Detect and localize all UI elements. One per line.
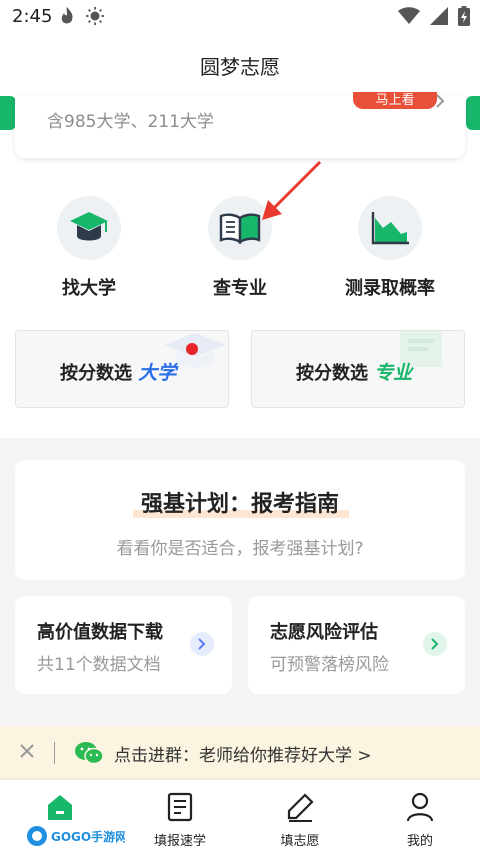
notification-dot (186, 343, 198, 355)
open-book-icon (219, 213, 261, 245)
qiangji-plan-card[interactable]: 强基计划：报考指南 看看你是否适合，报考强基计划? (15, 460, 465, 580)
mini-card-subtitle: 可预警落榜风险 (270, 655, 389, 675)
score-card-accent: 大学 (138, 362, 177, 384)
annotation-arrow-icon (262, 160, 322, 220)
signal-icon (430, 7, 448, 25)
view-now-button[interactable]: 马上看 (353, 92, 437, 109)
function-label: 查专业 (213, 278, 267, 299)
mini-card-title: 高价值数据下载 (37, 622, 163, 643)
app-header: 圆梦志愿 (0, 34, 480, 96)
qiangji-subtitle: 看看你是否适合，报考强基计划? (116, 539, 364, 559)
site-watermark-logo: GOGO手游网 (27, 826, 125, 846)
top-university-card[interactable]: 含985大学、211大学 马上看 (15, 92, 465, 158)
banner-edge-left (0, 96, 16, 130)
close-icon[interactable] (18, 742, 36, 760)
join-group-banner[interactable]: 点击进群：老师给你推荐好大学 > (0, 726, 480, 780)
brightness-icon (86, 7, 104, 25)
tab-label: 我的 (406, 834, 433, 849)
admission-probability-button[interactable]: 测录取概率 (320, 196, 460, 300)
document-icon (167, 792, 193, 822)
mini-card-subtitle: 共11个数据文档 (37, 655, 161, 675)
chevron-right-icon (436, 94, 445, 108)
wechat-icon (75, 742, 104, 765)
score-card-label: 按分数选 (60, 363, 132, 384)
function-label: 测录取概率 (345, 278, 435, 299)
status-bar: 2:45 (0, 0, 480, 34)
home-icon (48, 795, 72, 820)
tab-quick-learn[interactable]: 填报速学 (120, 790, 240, 849)
tab-label: 填报速学 (153, 834, 206, 849)
mini-card-title: 志愿风险评估 (270, 622, 378, 643)
banner-edge-right (466, 96, 480, 130)
divider (54, 742, 55, 764)
page-title: 圆梦志愿 (200, 55, 280, 79)
score-card-accent: 专业 (374, 362, 413, 384)
status-time: 2:45 (12, 6, 53, 27)
area-chart-icon (371, 212, 409, 245)
score-card-label: 按分数选 (296, 363, 368, 384)
find-university-button[interactable]: 找大学 (19, 196, 159, 300)
function-label: 找大学 (62, 278, 116, 299)
battery-charging-icon (458, 6, 470, 26)
wifi-icon (398, 7, 420, 24)
user-icon (406, 792, 434, 822)
tab-home[interactable] (0, 790, 120, 824)
pen-icon (287, 793, 314, 822)
select-university-by-score-button[interactable]: 按分数选 大学 (15, 330, 229, 408)
svg-text:GOGO手游网: GOGO手游网 (51, 829, 125, 844)
chevron-right-icon (423, 632, 447, 656)
data-download-card[interactable]: 高价值数据下载 共11个数据文档 (15, 596, 232, 694)
banner-text[interactable]: 点击进群：老师给你推荐好大学 > (114, 741, 372, 766)
tab-mine[interactable]: 我的 (360, 790, 480, 849)
tab-label: 填志愿 (280, 834, 320, 849)
chevron-right-icon (190, 632, 214, 656)
qiangji-title: 强基计划：报考指南 (140, 492, 339, 517)
top-card-subtitle: 含985大学、211大学 (47, 112, 214, 132)
select-major-by-score-button[interactable]: 按分数选 专业 (251, 330, 465, 408)
flame-icon (61, 7, 73, 24)
tab-fill-application[interactable]: 填志愿 (240, 790, 360, 849)
risk-assessment-card[interactable]: 志愿风险评估 可预警落榜风险 (248, 596, 465, 694)
graduation-cap-icon (70, 212, 108, 241)
